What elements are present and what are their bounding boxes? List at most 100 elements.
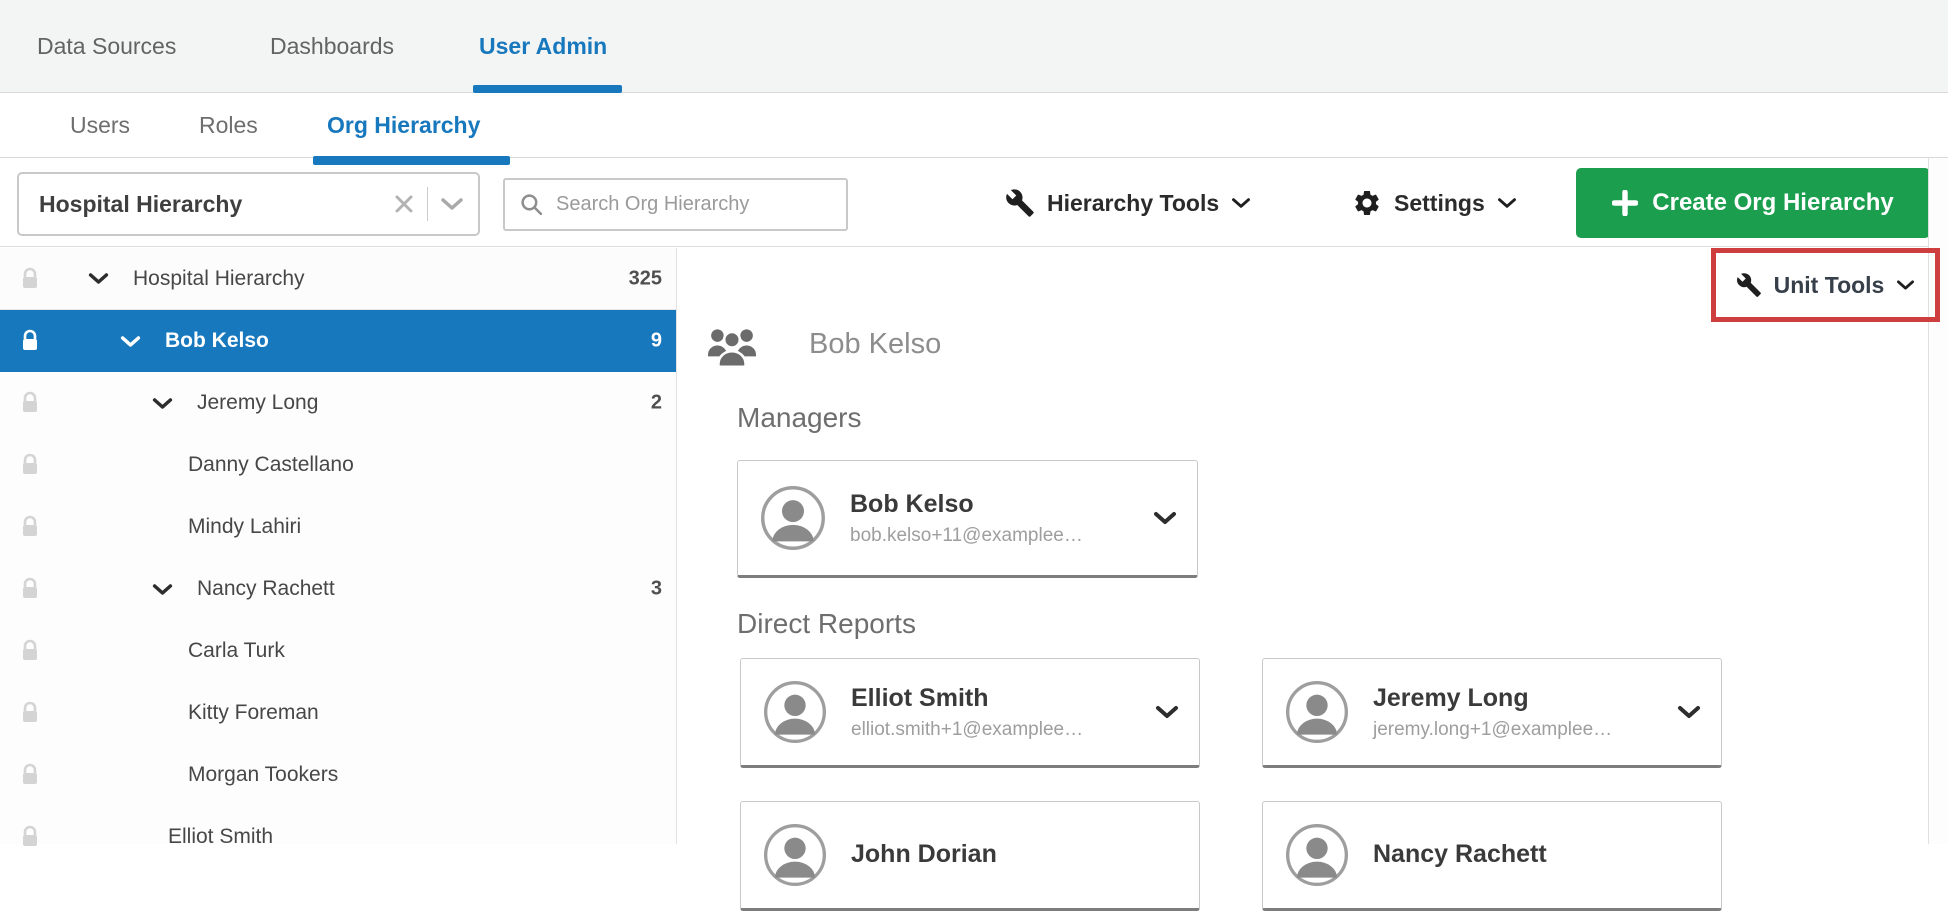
hierarchy-tools-label: Hierarchy Tools (1047, 189, 1220, 216)
unit-tools-button[interactable]: Unit Tools (1716, 253, 1935, 317)
clear-icon[interactable] (393, 193, 415, 215)
tree-item-nancy-rachett[interactable]: Nancy Rachett 3 (0, 558, 676, 620)
person-email: elliot.smith+1@examplee… (851, 718, 1084, 740)
active-subtab-underline (313, 156, 510, 165)
lock-icon (23, 701, 37, 722)
gear-icon (1355, 191, 1379, 215)
tree-item-label: Mindy Lahiri (188, 515, 302, 538)
tab-label: Users (70, 112, 131, 138)
manager-card-bob-kelso[interactable]: Bob Kelso bob.kelso+11@examplee… (737, 460, 1198, 578)
chevron-down-icon (1497, 198, 1516, 208)
chevron-down-icon (1897, 280, 1915, 290)
tab-label: Data Sources (37, 33, 177, 59)
direct-report-card-elliot-smith[interactable]: Elliot Smith elliot.smith+1@examplee… (740, 658, 1200, 768)
person-name: John Dorian (851, 840, 997, 869)
settings-button[interactable]: Settings (1352, 168, 1517, 238)
org-hierarchy-search (503, 178, 848, 231)
card-text: Nancy Rachett (1373, 839, 1547, 870)
person-email: jeremy.long+1@examplee… (1373, 718, 1613, 740)
direct-report-card-john-dorian[interactable]: John Dorian (740, 801, 1200, 911)
direct-report-card-jeremy-long[interactable]: Jeremy Long jeremy.long+1@examplee… (1262, 658, 1722, 768)
lock-icon (23, 763, 37, 784)
tree-item-count: 325 (628, 267, 662, 289)
tab-users[interactable]: Users (70, 93, 130, 158)
tab-roles[interactable]: Roles (199, 93, 258, 158)
tab-user-admin[interactable]: User Admin (479, 0, 607, 93)
tab-label: Org Hierarchy (327, 112, 481, 138)
tree-item-bob-kelso[interactable]: Bob Kelso 9 (0, 310, 676, 372)
avatar (1286, 824, 1348, 886)
tree-item-count: 3 (650, 577, 662, 600)
hierarchy-tools-button[interactable]: Hierarchy Tools (1005, 168, 1251, 238)
tree-item-carla-turk[interactable]: Carla Turk (0, 620, 676, 682)
top-nav-bar: Data Sources Dashboards User Admin (0, 0, 1948, 93)
tab-org-hierarchy[interactable]: Org Hierarchy (327, 93, 480, 158)
plus-icon (1612, 190, 1639, 216)
tree-item-label: Carla Turk (188, 639, 285, 662)
avatar (764, 824, 826, 886)
lock-icon (23, 825, 37, 846)
tree-item-hospital-hierarchy[interactable]: Hospital Hierarchy 325 (0, 248, 676, 310)
org-unit-group-icon (708, 329, 756, 368)
divider (427, 187, 428, 221)
tab-data-sources[interactable]: Data Sources (37, 0, 176, 93)
unit-title: Bob Kelso (809, 328, 942, 360)
tree-item-label: Jeremy Long (197, 391, 319, 414)
tab-label: Dashboards (270, 33, 395, 59)
lock-icon (23, 329, 37, 350)
direct-reports-heading: Direct Reports (737, 608, 916, 639)
org-hierarchy-tree: Hospital Hierarchy 325 Bob Kelso 9 Jerem… (0, 248, 677, 848)
chevron-down-icon[interactable] (440, 197, 464, 211)
person-name: Jeremy Long (1373, 684, 1529, 713)
sub-nav-bar: Users Roles Org Hierarchy (0, 93, 1948, 158)
tree-item-count: 2 (650, 391, 662, 414)
chevron-down-icon (1232, 198, 1251, 208)
card-text: Bob Kelso bob.kelso+11@examplee… (850, 489, 1083, 546)
chevron-down-icon[interactable] (1677, 705, 1701, 719)
chevron-down-icon[interactable] (1153, 511, 1177, 525)
lock-icon (23, 391, 37, 412)
tree-item-label: Nancy Rachett (197, 577, 335, 600)
hierarchy-select-value: Hospital Hierarchy (39, 190, 243, 217)
person-email: bob.kelso+11@examplee… (850, 524, 1083, 546)
tree-item-jeremy-long[interactable]: Jeremy Long 2 (0, 372, 676, 434)
lock-icon (23, 639, 37, 660)
tree-item-label: Kitty Foreman (188, 701, 319, 724)
avatar (1286, 681, 1348, 743)
search-input[interactable] (556, 193, 834, 216)
person-name: Nancy Rachett (1373, 840, 1547, 869)
tab-dashboards[interactable]: Dashboards (270, 0, 394, 93)
managers-heading: Managers (737, 402, 862, 433)
search-icon (521, 194, 543, 216)
tree-item-mindy-lahiri[interactable]: Mindy Lahiri (0, 496, 676, 558)
tree-item-label: Hospital Hierarchy (133, 266, 305, 290)
direct-report-card-nancy-rachett[interactable]: Nancy Rachett (1262, 801, 1722, 911)
annotation-highlight-box: Unit Tools (1711, 248, 1940, 322)
tree-item-danny-castellano[interactable]: Danny Castellano (0, 434, 676, 496)
card-text: John Dorian (851, 839, 997, 870)
tree-item-kitty-foreman[interactable]: Kitty Foreman (0, 682, 676, 744)
expand-chevron-icon[interactable] (152, 397, 173, 410)
wrench-icon (1006, 189, 1034, 217)
person-name: Bob Kelso (850, 490, 974, 519)
tree-item-label: Danny Castellano (188, 453, 354, 476)
hierarchy-select[interactable]: Hospital Hierarchy (17, 172, 480, 236)
lock-icon (23, 515, 37, 536)
expand-chevron-icon[interactable] (120, 335, 141, 348)
create-org-hierarchy-button[interactable]: Create Org Hierarchy (1576, 168, 1930, 238)
lock-icon (23, 453, 37, 474)
create-button-label: Create Org Hierarchy (1652, 189, 1894, 216)
tree-item-count: 9 (650, 329, 662, 352)
tree-item-label: Bob Kelso (165, 329, 269, 352)
card-text: Elliot Smith elliot.smith+1@examplee… (851, 683, 1083, 740)
expand-chevron-icon[interactable] (152, 583, 173, 596)
tree-item-morgan-tookers[interactable]: Morgan Tookers (0, 744, 676, 806)
chevron-down-icon[interactable] (1155, 705, 1179, 719)
tab-label: Roles (199, 112, 258, 138)
tree-item-label: Morgan Tookers (188, 763, 339, 786)
avatar (761, 486, 825, 550)
lock-icon (23, 577, 37, 598)
tab-label: User Admin (479, 33, 608, 59)
tree-item-elliot-smith[interactable]: Elliot Smith (0, 806, 676, 868)
expand-chevron-icon[interactable] (88, 272, 109, 285)
